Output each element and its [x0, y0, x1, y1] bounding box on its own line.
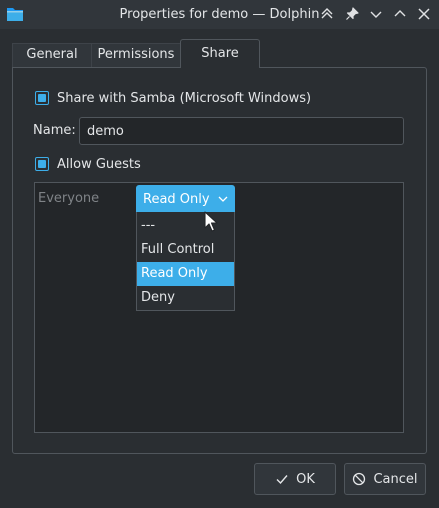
keep-above-icon[interactable] — [318, 5, 336, 23]
permission-option-none[interactable]: --- — [137, 214, 234, 238]
close-icon[interactable] — [415, 5, 433, 23]
allow-guests-label[interactable]: Allow Guests — [57, 157, 141, 172]
window-title: Properties for demo — Dolphin — [119, 7, 320, 22]
share-samba-label[interactable]: Share with Samba (Microsoft Windows) — [57, 91, 311, 106]
maximize-icon[interactable] — [391, 5, 409, 23]
cancel-button-label: Cancel — [373, 471, 418, 487]
active-tab-seam — [181, 66, 259, 69]
permission-option-deny[interactable]: Deny — [137, 286, 234, 310]
permission-option-read-only[interactable]: Read Only — [137, 262, 234, 286]
cancel-icon — [353, 472, 366, 486]
name-label: Name: — [33, 123, 76, 138]
checkmark-icon — [276, 475, 288, 485]
title-bar[interactable]: Properties for demo — Dolphin — [0, 0, 439, 29]
share-samba-checkbox[interactable] — [35, 91, 49, 105]
tab-share[interactable]: Share — [180, 39, 260, 68]
ok-button-label: OK — [296, 471, 315, 487]
permission-combobox-value: Read Only — [143, 192, 210, 207]
permission-option-full-control[interactable]: Full Control — [137, 238, 234, 262]
minimize-icon[interactable] — [367, 5, 385, 23]
share-name-input[interactable] — [79, 117, 404, 145]
cancel-button[interactable]: Cancel — [344, 463, 426, 495]
mouse-pointer-icon — [203, 211, 219, 233]
share-samba-checkbox-row[interactable]: Share with Samba (Microsoft Windows) — [35, 89, 311, 107]
tab-permissions[interactable]: Permissions — [91, 43, 181, 68]
properties-dialog: Properties for demo — Dolphin General Pe… — [0, 0, 439, 508]
ok-button[interactable]: OK — [254, 463, 336, 495]
permission-user-cell[interactable]: Everyone — [38, 191, 99, 206]
allow-guests-checkbox-row[interactable]: Allow Guests — [35, 155, 141, 173]
chevron-down-icon — [217, 193, 229, 205]
permission-dropdown-list: --- Full Control Read Only Deny — [136, 212, 235, 311]
tab-general[interactable]: General — [12, 43, 92, 68]
folder-icon[interactable] — [6, 6, 24, 22]
pin-icon[interactable] — [343, 5, 361, 23]
allow-guests-checkbox[interactable] — [35, 157, 49, 171]
permission-combobox[interactable]: Read Only — [136, 185, 235, 212]
